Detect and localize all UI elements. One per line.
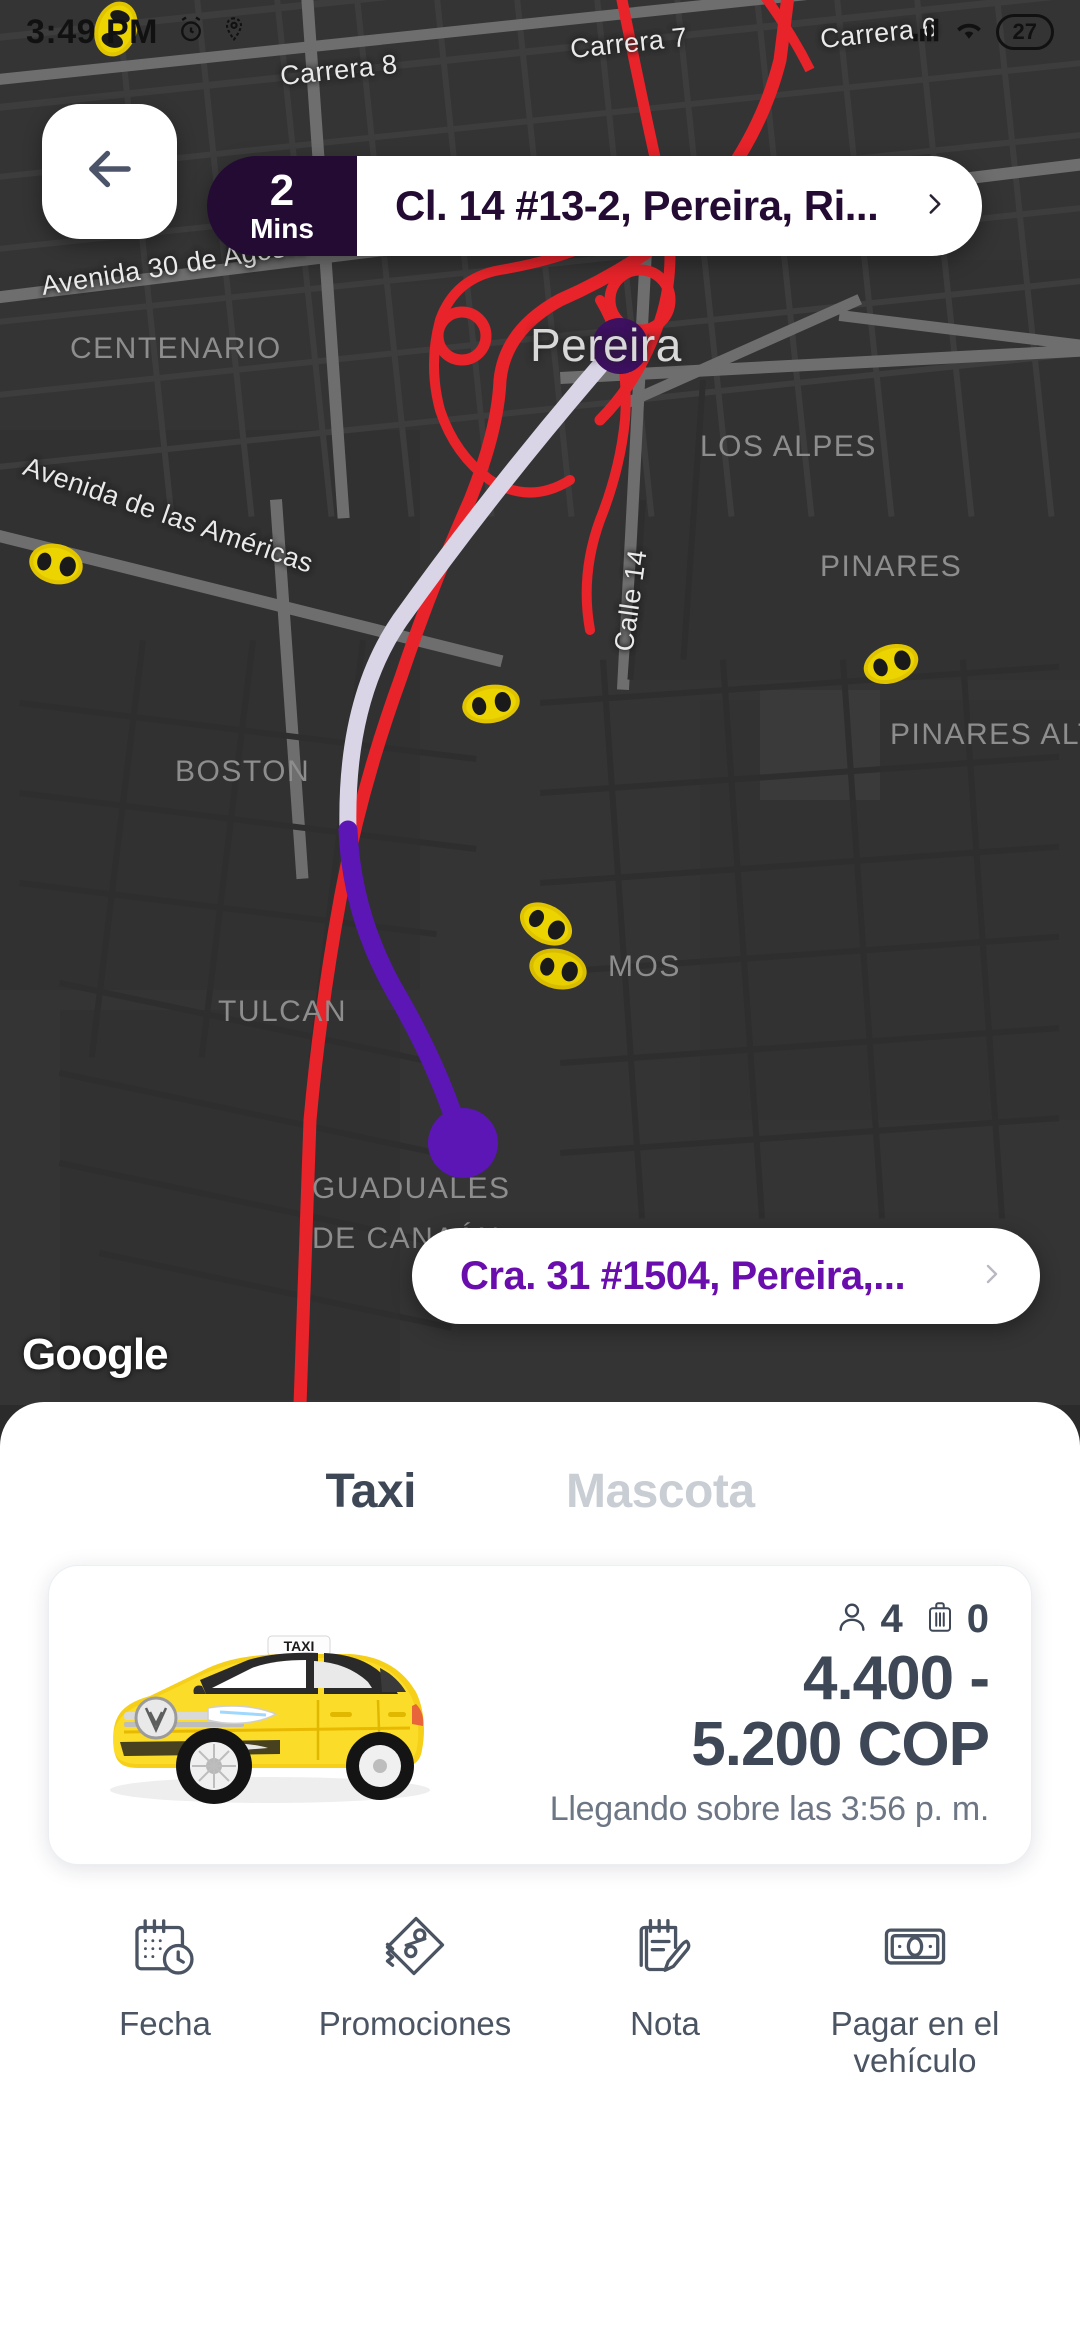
battery-percentage-badge: 27	[995, 14, 1054, 50]
chevron-right-icon[interactable]	[976, 1250, 1008, 1303]
map-district-label: MOS	[608, 950, 681, 983]
wifi-icon	[954, 17, 984, 48]
back-arrow-icon	[79, 138, 141, 205]
chevron-right-icon[interactable]	[918, 179, 952, 234]
action-label: Fecha	[119, 2005, 211, 2042]
destination-address-row[interactable]: Cl. 14 #13-2, Pereira, Ri...	[357, 156, 982, 256]
action-label: Pagar en el vehículo	[830, 2005, 1000, 2079]
price-line-1: 4.400 -	[802, 1644, 990, 1714]
note-pencil-icon	[628, 1909, 702, 1988]
action-promociones[interactable]: Promociones	[290, 1909, 540, 2080]
location-pin-icon	[220, 15, 248, 50]
service-tabs: Taxi Mascota	[0, 1464, 1080, 1519]
map-district-label: CENTENARIO	[70, 332, 282, 365]
status-bar: 3:49 PM 27	[0, 0, 1080, 64]
ride-request-screen: Carrera 8 Carrera 7 Carrera 6 Avenida 30…	[0, 0, 1080, 2340]
map-district-label: LOS ALPES	[700, 430, 877, 463]
signal-icon	[912, 17, 942, 48]
eta-unit: Mins	[250, 213, 314, 245]
promo-ticket-icon	[378, 1909, 452, 1988]
luggage-count: 0	[966, 1597, 989, 1642]
yellow-taxi-car-icon: TAXI	[65, 1608, 465, 1818]
status-time: 3:49 PM	[26, 12, 158, 51]
person-icon	[835, 1598, 869, 1641]
vehicle-card-info: 4 0 4.400 - 5.200 COP Llegando sobre las	[465, 1597, 995, 1828]
cash-bill-icon	[878, 1909, 952, 1988]
pickup-address-text: Cra. 31 #1504, Pereira,...	[460, 1253, 906, 1298]
arrival-estimate: Llegando sobre las 3:56 p. m.	[549, 1789, 990, 1828]
action-fecha[interactable]: Fecha	[40, 1909, 290, 2080]
destination-address-text: Cl. 14 #13-2, Pereira, Ri...	[395, 182, 879, 229]
capacity-row: 4 0	[835, 1597, 989, 1642]
vehicle-option-card[interactable]: TAXI 4 0 4.400 - 5.200 COP Llegando sobr…	[48, 1565, 1032, 1865]
map-district-label: BOSTON	[175, 755, 311, 788]
bottom-sheet: Taxi Mascota TAXI 4 0 4.400 - 5.200 COP …	[0, 1402, 1080, 2340]
map-city-label: Pereira	[530, 319, 682, 371]
map-district-label: PINARES	[820, 550, 963, 583]
quick-actions-row: Fecha Promociones Nota Pagar en el vehíc…	[40, 1909, 1040, 2080]
map-district-label: GUADUALES	[312, 1172, 511, 1205]
calendar-clock-icon	[128, 1909, 202, 1988]
svg-text:TAXI: TAXI	[284, 1638, 315, 1654]
map-district-label: TULCAN	[218, 995, 348, 1028]
action-nota[interactable]: Nota	[540, 1909, 790, 2080]
tab-mascota[interactable]: Mascota	[566, 1464, 755, 1519]
pickup-marker	[428, 1108, 498, 1178]
alarm-clock-icon	[176, 15, 206, 50]
pickup-bar[interactable]: Cra. 31 #1504, Pereira,...	[412, 1228, 1040, 1324]
tab-taxi[interactable]: Taxi	[325, 1464, 416, 1519]
action-label: Promociones	[318, 2005, 512, 2042]
action-label: Nota	[630, 2005, 700, 2042]
back-button[interactable]	[42, 104, 177, 239]
suitcase-icon	[925, 1598, 955, 1641]
price-line-2: 5.200 COP	[691, 1710, 990, 1779]
action-pagar-en-el-vehiculo[interactable]: Pagar en el vehículo	[790, 1909, 1040, 2080]
price-range: 4.400 - 5.200 COP	[691, 1644, 990, 1779]
eta-badge: 2 Mins	[207, 156, 357, 256]
destination-bar[interactable]: 2 Mins Cl. 14 #13-2, Pereira, Ri...	[207, 156, 982, 256]
passenger-count: 4	[880, 1597, 903, 1642]
google-attribution-logo: Google	[22, 1330, 169, 1379]
eta-value: 2	[269, 166, 295, 216]
map-district-label: PINARES ALT	[890, 718, 1080, 751]
